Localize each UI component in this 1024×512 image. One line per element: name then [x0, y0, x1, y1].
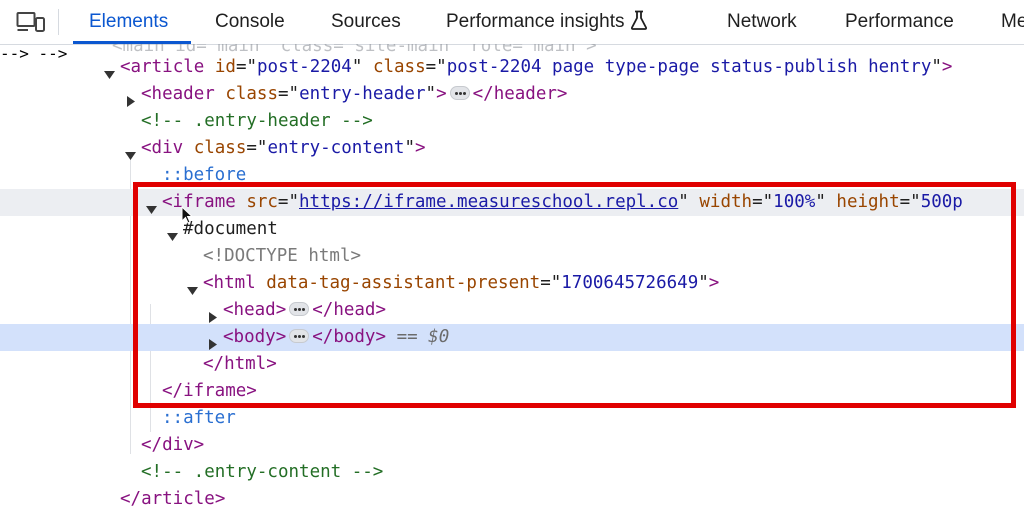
tag-div-close: </div>	[141, 435, 205, 455]
attr-value: post-2204 page type-page status-publish …	[446, 57, 932, 77]
document-node: #document	[183, 219, 278, 239]
attr-value: entry-content	[267, 138, 405, 158]
triangle-right-icon[interactable]	[207, 332, 218, 350]
tab-console[interactable]: Console	[215, 0, 285, 44]
comment-text: <!-- .entry-header -->	[141, 111, 373, 131]
tab-sources-label: Sources	[331, 11, 401, 32]
ellipsis-button[interactable]	[289, 302, 310, 316]
attr-value: 100%	[773, 192, 816, 212]
triangle-down-icon[interactable]	[167, 224, 178, 241]
pseudo-before: ::before	[162, 165, 247, 185]
tree-row-div-close[interactable]: </div>	[0, 432, 1024, 459]
attr-name: class	[372, 57, 426, 77]
tag-body: body	[233, 327, 276, 347]
attr-name: data-tag-assistant-present	[266, 273, 541, 293]
doctype-node: <!DOCTYPE html>	[203, 246, 362, 266]
tag-head-close: head	[333, 300, 376, 320]
tree-row-comment-content[interactable]: <!-- .entry-content -->	[0, 459, 1024, 486]
selected-node-marker: == $0	[396, 327, 450, 347]
tab-elements[interactable]: Elements	[73, 0, 191, 44]
tree-row-head[interactable]: <head> </head>	[0, 297, 1024, 324]
elements-tree[interactable]: <main id="main" class="site-main" role="…	[0, 44, 1024, 512]
tree-row-html-close[interactable]: </html>	[0, 351, 1024, 378]
triangle-down-icon[interactable]	[187, 278, 198, 295]
triangle-down-icon[interactable]	[125, 143, 136, 160]
triangle-right-icon[interactable]	[207, 305, 218, 323]
tag-body-close: body	[333, 327, 376, 347]
attr-value: entry-header	[299, 84, 426, 104]
tree-row-body[interactable]: <body> </body> == $0	[0, 324, 1024, 351]
tree-row-main-text: <main id="main" class="site-main" role="…	[112, 44, 597, 56]
tag-html: html	[213, 273, 256, 293]
tab-more[interactable]: Me	[1001, 0, 1024, 44]
tab-sources[interactable]: Sources	[331, 0, 401, 44]
attr-name: class	[193, 138, 247, 158]
tab-more-label: Me	[1001, 11, 1024, 32]
device-toggle-icon[interactable]	[16, 11, 46, 33]
attr-value: 1700645726649	[561, 273, 699, 293]
tag-head: head	[233, 300, 276, 320]
tab-console-label: Console	[215, 11, 285, 32]
tag-iframe-close: </iframe>	[162, 381, 257, 401]
triangle-down-icon[interactable]	[104, 62, 115, 79]
tab-performance[interactable]: Performance	[845, 0, 954, 44]
tree-row-iframe-close[interactable]: </iframe>	[0, 378, 1024, 405]
toolbar-separator	[58, 9, 59, 35]
tab-network-label: Network	[727, 11, 797, 32]
ellipsis-button[interactable]	[449, 86, 470, 100]
tab-performance-insights-label: Performance insights	[446, 11, 625, 32]
tree-row-document[interactable]: #document	[0, 216, 1024, 243]
triangle-right-icon[interactable]	[125, 89, 136, 107]
ellipsis-button[interactable]	[289, 329, 310, 343]
tree-row-iframe[interactable]: <iframe src="https://iframe.measureschoo…	[0, 189, 1024, 216]
tab-elements-label: Elements	[89, 11, 169, 32]
attr-name: width	[699, 192, 753, 212]
attr-value: post-2204	[257, 57, 352, 77]
triangle-down-icon[interactable]	[146, 197, 157, 214]
tab-performance-insights[interactable]: Performance insights	[446, 0, 648, 44]
tag-article: article	[130, 57, 205, 77]
tree-row-article-close[interactable]: </article>	[0, 486, 1024, 512]
tag-header: header	[151, 84, 215, 104]
tree-row-doctype[interactable]: <!DOCTYPE html>	[0, 243, 1024, 270]
iframe-src-link[interactable]: https://iframe.measureschool.repl.co	[299, 192, 678, 212]
comment-text: <!-- .entry-content -->	[141, 462, 384, 482]
tree-row-before[interactable]: ::before	[0, 162, 1024, 189]
tab-performance-label: Performance	[845, 11, 954, 32]
tree-row-header[interactable]: <header class="entry-header"> </header>	[0, 81, 1024, 108]
tag-header-close: header	[493, 84, 557, 104]
tag-html-close: </html>	[203, 354, 277, 374]
tree-row-comment-header[interactable]: <!-- .entry-header -->	[0, 108, 1024, 135]
attr-value: 500p	[920, 192, 963, 212]
attr-name: id	[214, 57, 236, 77]
attr-name: height	[836, 192, 900, 212]
pseudo-after: ::after	[162, 408, 236, 428]
tree-row-article[interactable]: <article id="post-2204" class="post-2204…	[0, 54, 1024, 81]
attr-name: src	[246, 192, 278, 212]
tree-row-after[interactable]: ::after	[0, 405, 1024, 432]
tag-article-close: </article>	[120, 489, 226, 509]
attr-name: class	[225, 84, 278, 104]
flask-icon	[630, 3, 648, 30]
tree-row-main: <main id="main" class="site-main" role="…	[0, 44, 1024, 56]
tree-row-div[interactable]: <div class="entry-content">	[0, 135, 1024, 162]
tree-row-html[interactable]: <html data-tag-assistant-present="170064…	[0, 270, 1024, 297]
tag-div: div	[151, 138, 184, 158]
mouse-cursor-icon	[181, 205, 194, 224]
devtools-toolbar: Elements Console Sources Performance ins…	[0, 0, 1024, 45]
tab-network[interactable]: Network	[727, 0, 797, 44]
